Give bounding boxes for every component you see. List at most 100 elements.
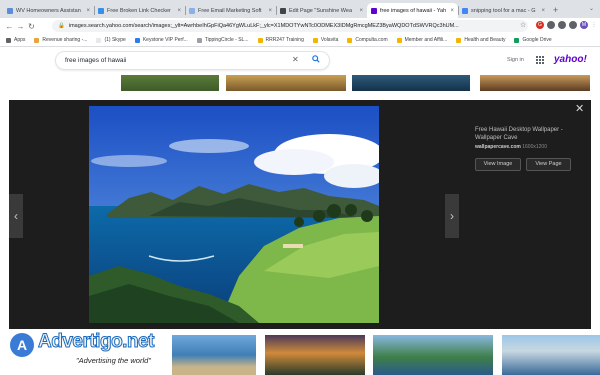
browser-tab[interactable]: WV Homeowners Assistan × <box>3 3 94 18</box>
tab-title: snipping tool for a mac - G <box>471 7 536 14</box>
bookmark-label: Apps <box>14 37 26 43</box>
browser-menu-icon[interactable]: ⋮ <box>590 21 598 29</box>
result-thumb[interactable] <box>265 335 365 375</box>
result-thumb[interactable] <box>172 335 256 375</box>
tab-favicon-icon <box>7 7 13 14</box>
tab-favicon-icon <box>280 7 286 14</box>
search-input[interactable]: free images of hawaii <box>55 51 330 70</box>
bookmark-folder-icon <box>347 37 353 43</box>
extension-icon[interactable]: M <box>580 21 588 29</box>
extension-icon[interactable] <box>558 21 566 29</box>
hawaii-photo[interactable] <box>89 106 379 323</box>
bookmark-folder-icon <box>34 37 40 43</box>
tab-close-icon[interactable]: × <box>359 8 363 14</box>
extension-icon[interactable]: G <box>536 21 544 29</box>
close-icon[interactable]: ✕ <box>575 104 584 115</box>
bookmark-folder-icon <box>396 37 402 43</box>
bookmark-label: Member and Affili... <box>404 37 448 43</box>
bookmark-item[interactable]: Compulta.com <box>347 37 388 43</box>
browser-tab[interactable]: Free Email Marketing Soft × <box>185 3 276 18</box>
forward-icon[interactable]: → <box>15 22 26 31</box>
browser-tab[interactable]: free images of hawaii - Yah × <box>367 3 458 18</box>
bookmark-folder-icon <box>514 37 520 43</box>
bookmark-label: TippingCircle - SL... <box>204 37 249 43</box>
tab-title: Free Broken Link Checker <box>107 7 171 14</box>
tab-title: free images of hawaii - Yah <box>380 7 447 14</box>
extension-icon[interactable] <box>547 21 555 29</box>
result-thumb[interactable] <box>480 75 590 91</box>
bookmark-label: Compulta.com <box>355 37 388 43</box>
bookmark-folder-icon <box>257 37 263 43</box>
result-thumb[interactable] <box>352 75 470 91</box>
tab-title: Edit Page "Sunshine Wea <box>289 7 353 14</box>
sign-in-link[interactable]: Sign in <box>507 57 524 63</box>
bookmark-item[interactable]: TippingCircle - SL... <box>196 37 249 43</box>
tab-close-icon[interactable]: × <box>86 8 90 14</box>
tab-close-icon[interactable]: × <box>268 8 272 14</box>
window-control-icon[interactable]: ⌄ <box>589 5 594 12</box>
bookmarks-bar: Apps Revenue sharing -... (1) Skype Keyston… <box>0 34 600 47</box>
result-thumb[interactable] <box>502 335 600 375</box>
next-image-button[interactable]: › <box>445 194 459 238</box>
bookmark-folder-icon <box>456 37 462 43</box>
new-tab-button[interactable]: + <box>553 3 558 18</box>
bookmark-item[interactable]: Keystone VIP Perf... <box>134 37 188 43</box>
extension-icon[interactable] <box>569 21 577 29</box>
browser-tab[interactable]: snipping tool for a mac - G × <box>458 3 549 18</box>
tab-strip: WV Homeowners Assistan × Free Broken Link … <box>0 0 600 18</box>
browser-tab[interactable]: Edit Page "Sunshine Wea × <box>276 3 367 18</box>
bookmark-label: RRR247 Training <box>265 37 304 43</box>
browser-chrome: WV Homeowners Assistan × Free Broken Link … <box>0 0 600 47</box>
tab-close-icon[interactable]: × <box>541 8 545 14</box>
tab-favicon-icon <box>462 7 468 14</box>
tab-title: WV Homeowners Assistan <box>16 7 81 14</box>
bookmark-label: (1) Skype <box>104 37 126 43</box>
bookmark-item[interactable]: Member and Affili... <box>396 37 448 43</box>
source-domain[interactable]: wallpapercave.com <box>475 144 521 150</box>
tab-close-icon[interactable]: × <box>450 8 454 14</box>
previous-image-button[interactable]: ‹ <box>9 194 23 238</box>
bookmark-label: Revenue sharing -... <box>42 37 88 43</box>
view-page-button[interactable]: View Page <box>526 158 571 171</box>
bookmark-label: Google Drive <box>522 37 552 43</box>
bookmark-star-icon[interactable]: ☆ <box>520 21 526 29</box>
bookmark-item[interactable]: Volavita <box>312 37 339 43</box>
search-icon[interactable] <box>312 55 320 63</box>
advertigo-logo-icon: A <box>10 333 34 357</box>
bookmark-label: Health and Beauty <box>464 37 506 43</box>
back-icon[interactable]: ← <box>4 22 15 31</box>
result-thumb[interactable] <box>226 75 346 91</box>
browser-tab[interactable]: Free Broken Link Checker × <box>94 3 185 18</box>
apps-grid-icon[interactable] <box>536 56 544 64</box>
tab-close-icon[interactable]: × <box>177 8 181 14</box>
image-viewer: ‹ › ✕ Free Hawaii Desktop Wallpaper - Wa… <box>9 100 591 329</box>
bookmark-item[interactable]: Health and Beauty <box>456 37 505 43</box>
yahoo-logo[interactable]: yahoo! <box>554 54 587 65</box>
bookmark-item[interactable]: Apps <box>6 37 25 43</box>
view-image-button[interactable]: View Image <box>475 158 521 171</box>
bookmark-item[interactable]: Google Drive <box>514 37 552 43</box>
reload-icon[interactable]: ↻ <box>26 22 37 31</box>
image-source: wallpapercave.com 1600x1200 <box>475 144 547 150</box>
bookmark-item[interactable]: RRR247 Training <box>257 37 304 43</box>
bookmark-label: Volavita <box>320 37 339 43</box>
url-text: images.search.yahoo.com/search/images;_y… <box>68 23 459 29</box>
image-title[interactable]: Free Hawaii Desktop Wallpaper - Wallpape… <box>475 126 579 142</box>
result-thumb[interactable] <box>373 335 493 375</box>
bookmark-folder-icon <box>312 37 318 43</box>
watermark-tagline: "Advertising the world" <box>76 356 151 365</box>
bookmark-item[interactable]: Revenue sharing -... <box>34 37 87 43</box>
watermark-name: Advertigo.net <box>38 331 155 353</box>
tab-favicon-icon <box>371 7 377 14</box>
clear-icon[interactable]: ✕ <box>292 56 299 64</box>
tab-favicon-icon <box>98 7 104 14</box>
tab-favicon-icon <box>189 7 195 14</box>
result-thumb[interactable] <box>121 75 219 91</box>
advertigo-watermark: A Advertigo.net "Advertising the world" <box>6 329 170 370</box>
address-bar[interactable]: 🔒 images.search.yahoo.com/search/images;… <box>52 20 528 32</box>
lock-icon: 🔒 <box>58 23 65 29</box>
bookmark-label: Keystone VIP Perf... <box>142 37 188 43</box>
bookmark-item[interactable]: (1) Skype <box>96 37 126 43</box>
bookmark-folder-icon <box>96 37 102 43</box>
image-dimensions: 1600x1200 <box>522 144 547 150</box>
